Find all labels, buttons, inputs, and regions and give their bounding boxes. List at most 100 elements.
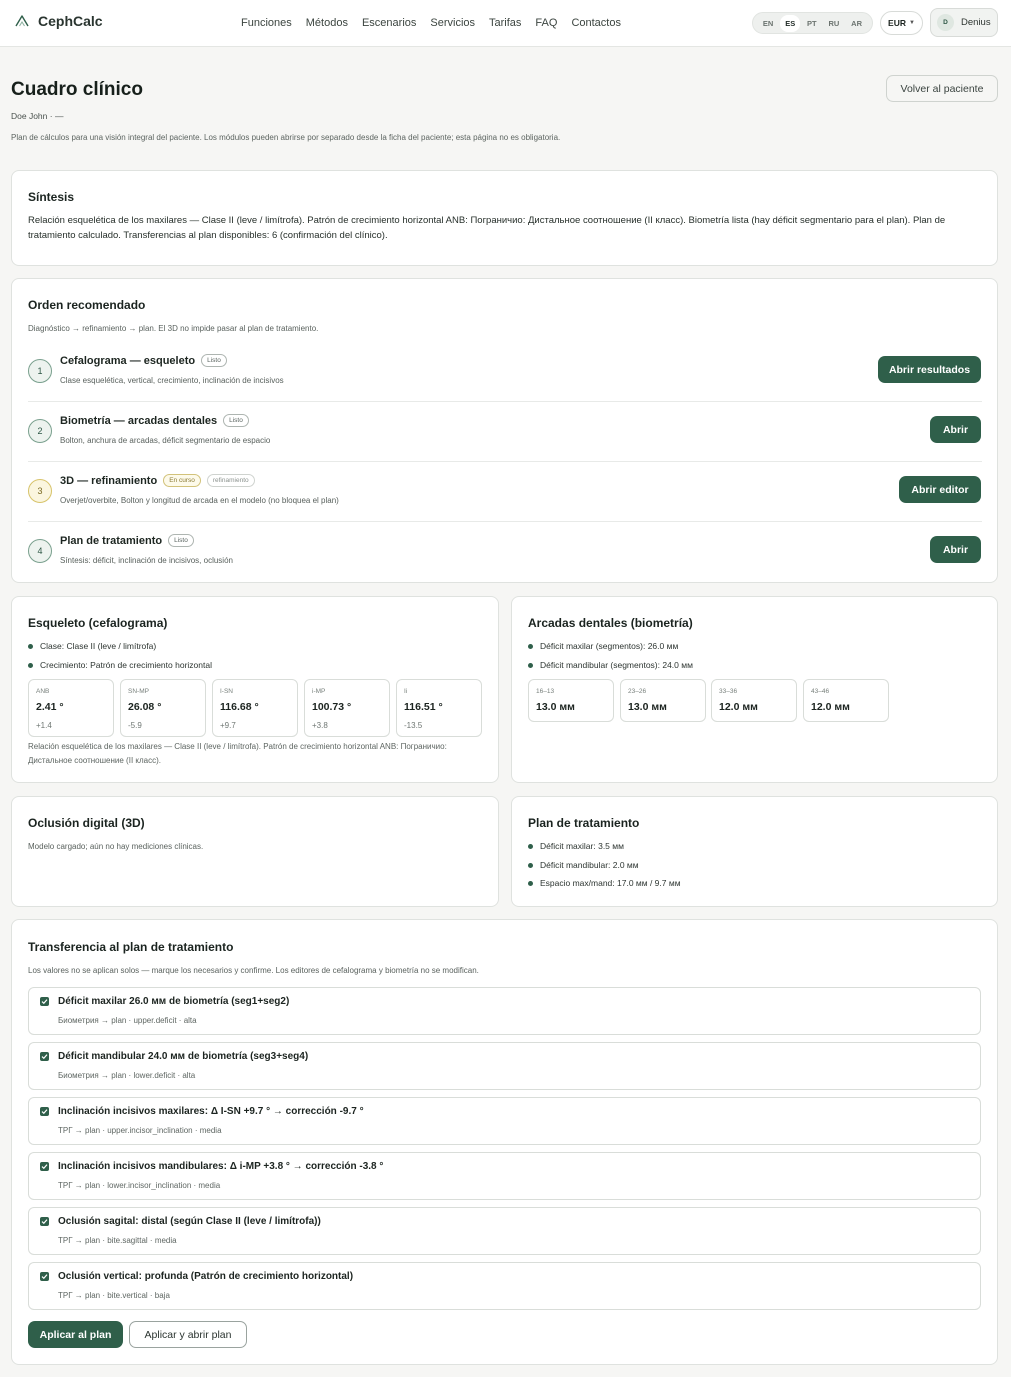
- segment-tile-33-36: 33–36 12.0 мм: [711, 679, 797, 722]
- skeleton-class-text: Clase: Clase II (leve / limítrofa): [40, 641, 157, 651]
- checkbox[interactable]: [40, 997, 49, 1006]
- step-title-row: Biometría — arcadas dentales Listo: [60, 414, 249, 427]
- open-plan-button[interactable]: Abrir: [930, 536, 981, 563]
- brand[interactable]: CephCalc: [14, 13, 103, 29]
- skeleton-card: Esqueleto (cefalograma) Clase: Clase II …: [11, 596, 499, 783]
- skeleton-class-item: Clase: Clase II (leve / limítrofa): [28, 641, 156, 651]
- bullet-dot: [528, 662, 533, 668]
- nav-metodos[interactable]: Métodos: [306, 17, 348, 29]
- transfer-item-upper-incisor[interactable]: Inclinación incisivos maxilares: Δ I-SN …: [28, 1097, 981, 1145]
- tag-badge: refinamiento: [206, 474, 255, 487]
- recommended-order-card: Orden recomendado Diagnóstico → refinami…: [11, 278, 998, 583]
- user-menu[interactable]: D Denius: [930, 8, 998, 37]
- patient-name: Doe John · —: [11, 111, 64, 121]
- step-title: Biometría — arcadas dentales: [60, 414, 218, 427]
- transfer-item-lower-incisor[interactable]: Inclinación incisivos mandibulares: Δ i-…: [28, 1152, 981, 1200]
- transfer-item-meta: ТРГ → plan · upper.incisor_inclination ·…: [58, 1126, 222, 1135]
- language-switcher: EN ES PT RU AR: [752, 12, 873, 34]
- metric-tile-ii: Ii 116.51 ° -13.5: [396, 679, 482, 737]
- skeleton-note: Relación esquelética de los maxilares — …: [28, 742, 447, 765]
- lang-ru[interactable]: RU: [823, 15, 844, 32]
- synthesis-card: Síntesis Relación esquelética de los max…: [11, 170, 998, 266]
- checkbox[interactable]: [40, 1107, 49, 1116]
- transfer-subtitle: Los valores no se aplican solos — marque…: [28, 966, 479, 975]
- lang-pt[interactable]: PT: [802, 15, 822, 32]
- nav-escenarios[interactable]: Escenarios: [362, 17, 416, 29]
- segment-tile-23-26: 23–26 13.0 мм: [620, 679, 706, 722]
- lang-ar[interactable]: AR: [846, 15, 867, 32]
- page-title: Cuadro clínico: [11, 79, 143, 100]
- transfer-item-upper-deficit[interactable]: Déficit maxilar 26.0 мм de biometría (se…: [28, 987, 981, 1035]
- plan-lower-deficit-item: Déficit mandibular: 2.0 мм: [528, 860, 639, 870]
- metric-value: 116.68 °: [220, 701, 259, 713]
- occlusion-text: Modelo cargado; aún no hay mediciones cl…: [28, 842, 204, 851]
- step-description: Overjet/overbite, Bolton y longitud de a…: [60, 496, 339, 505]
- arches-title: Arcadas dentales (biometría): [528, 616, 693, 630]
- transfer-item-title: Déficit maxilar 26.0 мм de biometría (se…: [58, 996, 290, 1007]
- metric-label: Ii: [404, 688, 408, 695]
- bullet-dot: [528, 862, 533, 868]
- nav-tarifas[interactable]: Tarifas: [489, 17, 521, 29]
- checkbox[interactable]: [40, 1272, 49, 1281]
- plan-space-text: Espacio max/mand: 17.0 мм / 9.7 мм: [540, 878, 681, 888]
- bullet-dot: [528, 843, 533, 849]
- apply-to-plan-button[interactable]: Aplicar al plan: [28, 1321, 123, 1348]
- order-title: Orden recomendado: [28, 298, 146, 312]
- open-editor-button[interactable]: Abrir editor: [899, 476, 981, 503]
- step-description: Bolton, anchura de arcadas, déficit segm…: [60, 436, 271, 445]
- step-title: Cefalograma — esqueleto: [60, 354, 196, 367]
- check-icon: [41, 1109, 48, 1115]
- transfer-item-vertical[interactable]: Oclusión vertical: profunda (Patrón de c…: [28, 1262, 981, 1310]
- metric-label: ANB: [36, 688, 50, 695]
- step-number: 3: [28, 479, 52, 503]
- upper-deficit-item: Déficit maxilar (segmentos): 26.0 мм: [528, 641, 678, 651]
- segment-tile-43-46: 43–46 12.0 мм: [803, 679, 889, 722]
- metric-label: I-SN: [220, 688, 233, 695]
- lang-es[interactable]: ES: [780, 14, 801, 32]
- step-title-row: Plan de tratamiento Listo: [60, 534, 194, 547]
- bullet-dot: [28, 662, 33, 668]
- status-badge: Listo: [168, 534, 194, 547]
- checkbox[interactable]: [40, 1162, 49, 1171]
- segment-value: 13.0 мм: [628, 701, 667, 713]
- segment-label: 33–36: [719, 688, 738, 695]
- step-description: Clase esquelética, vertical, crecimiento…: [60, 376, 284, 385]
- occlusion-title: Oclusión digital (3D): [28, 816, 145, 830]
- user-name: Denius: [961, 17, 991, 28]
- nav-servicios[interactable]: Servicios: [430, 17, 475, 29]
- check-icon: [41, 1219, 48, 1225]
- metric-tile-i-mp: i-MP 100.73 ° +3.8: [304, 679, 390, 737]
- step-title-row: Cefalograma — esqueleto Listo: [60, 354, 227, 367]
- transfer-card: Transferencia al plan de tratamiento Los…: [11, 919, 998, 1365]
- tooth-mountain-icon: [15, 15, 29, 27]
- nav-contactos[interactable]: Contactos: [571, 17, 621, 29]
- metric-deviation: +3.8: [312, 721, 328, 730]
- status-badge: Listo: [201, 354, 227, 367]
- open-biometry-button[interactable]: Abrir: [930, 416, 981, 443]
- skeleton-growth-text: Crecimiento: Patrón de crecimiento horiz…: [40, 660, 212, 670]
- currency-label: EUR: [888, 18, 906, 28]
- segment-value: 12.0 мм: [811, 701, 850, 713]
- transfer-item-title: Déficit mandibular 24.0 мм de biometría …: [58, 1051, 309, 1062]
- lang-en[interactable]: EN: [758, 15, 778, 32]
- checkbox[interactable]: [40, 1052, 49, 1061]
- bullet-dot: [28, 643, 33, 649]
- currency-select[interactable]: EUR ▼: [880, 11, 923, 35]
- checkbox[interactable]: [40, 1217, 49, 1226]
- metric-deviation: -5.9: [128, 721, 142, 730]
- step-description: Síntesis: déficit, inclinación de incisi…: [60, 556, 233, 565]
- check-icon: [41, 1054, 48, 1060]
- back-to-patient-button[interactable]: Volver al paciente: [886, 75, 998, 102]
- transfer-item-lower-deficit[interactable]: Déficit mandibular 24.0 мм de biometría …: [28, 1042, 981, 1090]
- nav-faq[interactable]: FAQ: [535, 17, 557, 29]
- open-results-button[interactable]: Abrir resultados: [878, 356, 981, 383]
- synthesis-title: Síntesis: [28, 190, 75, 204]
- step-title: 3D — refinamiento: [60, 474, 158, 487]
- apply-and-open-plan-button[interactable]: Aplicar y abrir plan: [129, 1321, 247, 1348]
- step-cephalogram: 1 Cefalograma — esqueleto Listo Clase es…: [28, 342, 982, 402]
- transfer-item-sagittal[interactable]: Oclusión sagital: distal (según Clase II…: [28, 1207, 981, 1255]
- transfer-item-title: Oclusión vertical: profunda (Patrón de c…: [58, 1271, 354, 1282]
- plan-space-item: Espacio max/mand: 17.0 мм / 9.7 мм: [528, 878, 681, 888]
- nav-funciones[interactable]: Funciones: [241, 17, 292, 29]
- metric-tile-i-sn: I-SN 116.68 ° +9.7: [212, 679, 298, 737]
